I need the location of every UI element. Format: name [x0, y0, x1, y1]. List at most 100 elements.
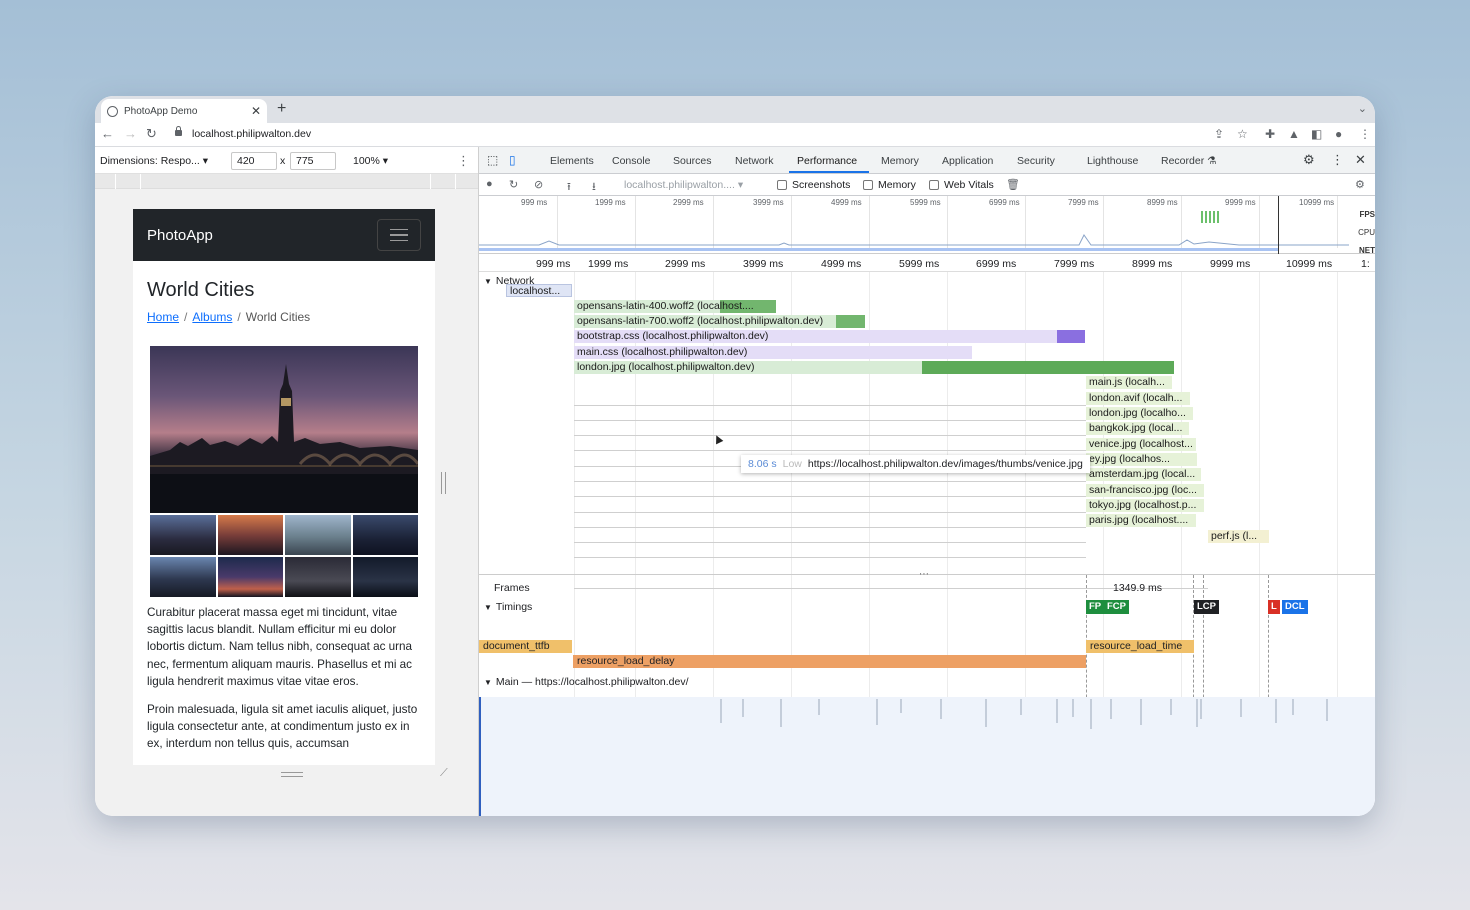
capture-settings-icon[interactable]: ⚙	[1355, 178, 1365, 191]
bookmark-star-icon[interactable]: ☆	[1237, 127, 1248, 141]
request-bar[interactable]: amsterdam.jpg (local...	[1086, 468, 1201, 481]
timing-bar-resource-load-time[interactable]: resource_load_time	[1086, 640, 1194, 653]
memory-checkbox[interactable]	[863, 180, 873, 190]
thumbnail[interactable]	[352, 515, 418, 555]
thumbnail[interactable]	[285, 515, 351, 555]
close-devtools-icon[interactable]: ✕	[1355, 152, 1366, 168]
device-toolbar-toggle-icon[interactable]: ▯	[509, 153, 516, 167]
load-marker[interactable]: L	[1268, 600, 1280, 614]
thumbnail[interactable]	[352, 557, 418, 597]
request-bar[interactable]: london.jpg (localhost.philipwalton.dev)	[574, 361, 1174, 374]
request-bar[interactable]: ey.jpg (localhos...	[1086, 453, 1197, 466]
thumbnail[interactable]	[217, 557, 283, 597]
devtools-menu-icon[interactable]: ⋮	[1331, 152, 1344, 168]
hero-photo[interactable]	[150, 346, 418, 513]
tab-recorder[interactable]: Recorder ⚗	[1161, 155, 1217, 167]
request-bar[interactable]: venice.jpg (localhost...	[1086, 438, 1196, 451]
request-bar[interactable]: main.css (localhost.philipwalton.dev)	[574, 346, 972, 359]
reload-icon[interactable]: ↻	[146, 126, 157, 142]
breadcrumb-home[interactable]: Home	[147, 310, 179, 324]
tab-memory[interactable]: Memory	[881, 155, 919, 167]
dcl-marker[interactable]: DCL	[1282, 600, 1308, 614]
frame-time[interactable]: 1349.9 ms	[1113, 582, 1162, 594]
main-track-header[interactable]: ▼ Main — https://localhost.philipwalton.d…	[484, 676, 689, 688]
new-tab-icon[interactable]: +	[277, 100, 286, 118]
thumbnail[interactable]	[217, 515, 283, 555]
reload-profile-icon[interactable]: ↻	[509, 178, 518, 191]
dimensions-select[interactable]: Dimensions: Respo... ▾	[100, 155, 208, 167]
request-bar[interactable]: perf.js (l...	[1208, 530, 1269, 543]
extensions-icon[interactable]: ✚	[1265, 127, 1275, 141]
request-bar[interactable]: tokyo.jpg (localhost.p...	[1086, 499, 1204, 512]
settings-gear-icon[interactable]: ⚙	[1303, 152, 1315, 168]
request-bar[interactable]: san-francisco.jpg (loc...	[1086, 484, 1204, 497]
share-icon[interactable]: ⇪	[1214, 127, 1224, 141]
tab-security[interactable]: Security	[1017, 155, 1055, 167]
request-bar[interactable]: localhost...	[506, 284, 572, 297]
request-bar[interactable]: paris.jpg (localhost....	[1086, 514, 1196, 527]
media-query-ruler[interactable]	[95, 174, 478, 189]
profile-avatar-icon[interactable]: ●	[1335, 127, 1342, 141]
emulated-page: PhotoApp World Cities Home / Albums / World …	[133, 209, 435, 765]
record-icon[interactable]: ●	[486, 178, 493, 190]
timing-bar-resource-load-delay[interactable]: resource_load_delay	[573, 655, 1086, 668]
tab-lighthouse[interactable]: Lighthouse	[1087, 155, 1138, 167]
device-options-icon[interactable]: ⋮	[457, 153, 470, 169]
resize-handle-bottom[interactable]	[281, 772, 303, 777]
active-tab-indicator	[789, 171, 869, 173]
request-bar[interactable]: opensans-latin-400.woff2 (localhost....	[574, 300, 776, 313]
thumbnail[interactable]	[150, 515, 216, 555]
web-vitals-checkbox[interactable]	[929, 180, 939, 190]
url-field[interactable]: localhost.philipwalton.dev	[192, 128, 311, 140]
labs-icon[interactable]: ▲	[1288, 127, 1300, 141]
browser-menu-icon[interactable]: ⋮	[1359, 127, 1371, 141]
flame-chart: ▼ Network localhost... opensans-latin-400…	[479, 272, 1375, 816]
browser-tab[interactable]: PhotoApp Demo ✕	[101, 99, 267, 123]
breadcrumb-albums[interactable]: Albums	[192, 310, 232, 324]
request-bar[interactable]: london.avif (localh...	[1086, 392, 1190, 405]
collect-garbage-icon[interactable]: 🗑	[1006, 178, 1020, 191]
resize-handle-right[interactable]	[441, 472, 446, 494]
selection-handle[interactable]	[1278, 196, 1279, 254]
tab-console[interactable]: Console	[612, 155, 651, 167]
device-width-input[interactable]: 420	[231, 152, 277, 170]
inspect-element-icon[interactable]: ⬚	[487, 153, 498, 167]
resize-corner-icon[interactable]: ⟋	[440, 767, 448, 780]
timeline-overview[interactable]: 999 ms 1999 ms 2999 ms 3999 ms 4999 ms 5…	[479, 196, 1375, 255]
lcp-marker[interactable]: LCP	[1194, 600, 1219, 614]
fcp-marker[interactable]: FCP	[1104, 600, 1129, 614]
track-resizer[interactable]: ⋯	[919, 569, 929, 580]
download-profile-icon[interactable]: ⭳	[592, 178, 596, 197]
profile-select[interactable]: localhost.philipwalton.... ▾	[624, 179, 743, 191]
request-bar[interactable]: main.js (localh...	[1086, 376, 1172, 389]
thumbnail[interactable]	[285, 557, 351, 597]
upload-profile-icon[interactable]: ⭱	[567, 178, 571, 197]
tab-network[interactable]: Network	[735, 155, 774, 167]
side-panel-icon[interactable]: ◧	[1311, 127, 1322, 141]
close-tab-icon[interactable]: ✕	[251, 104, 261, 118]
clear-icon[interactable]: ⊘	[534, 178, 543, 191]
screenshots-checkbox[interactable]	[777, 180, 787, 190]
timing-bar-document-ttfb[interactable]: document_ttfb	[479, 640, 572, 653]
brand-logo[interactable]: PhotoApp	[147, 227, 213, 244]
request-bar[interactable]: bangkok.jpg (local...	[1086, 422, 1189, 435]
thumbnail[interactable]	[150, 557, 216, 597]
device-height-input[interactable]: 775	[290, 152, 336, 170]
back-icon[interactable]: ←	[101, 126, 114, 141]
frames-label[interactable]: Frames	[494, 582, 530, 594]
request-bar[interactable]: bootstrap.css (localhost.philipwalton.de…	[574, 330, 1085, 343]
forward-icon[interactable]: →	[124, 126, 137, 141]
fp-marker[interactable]: FP	[1086, 600, 1105, 614]
main-thread-track[interactable]	[479, 697, 1375, 816]
tab-performance[interactable]: Performance	[797, 155, 857, 167]
request-bar[interactable]: opensans-latin-700.woff2 (localhost.phil…	[574, 315, 865, 328]
thumbnail-grid	[150, 515, 418, 597]
hamburger-menu-icon[interactable]	[377, 219, 421, 251]
timings-track-header[interactable]: ▼ Timings	[484, 601, 532, 613]
zoom-select[interactable]: 100% ▾	[353, 155, 388, 167]
tab-application[interactable]: Application	[942, 155, 993, 167]
tab-sources[interactable]: Sources	[673, 155, 712, 167]
tab-elements[interactable]: Elements	[550, 155, 594, 167]
tab-search-icon[interactable]: ⌄	[1358, 102, 1367, 115]
request-bar[interactable]: london.jpg (localho...	[1086, 407, 1193, 420]
